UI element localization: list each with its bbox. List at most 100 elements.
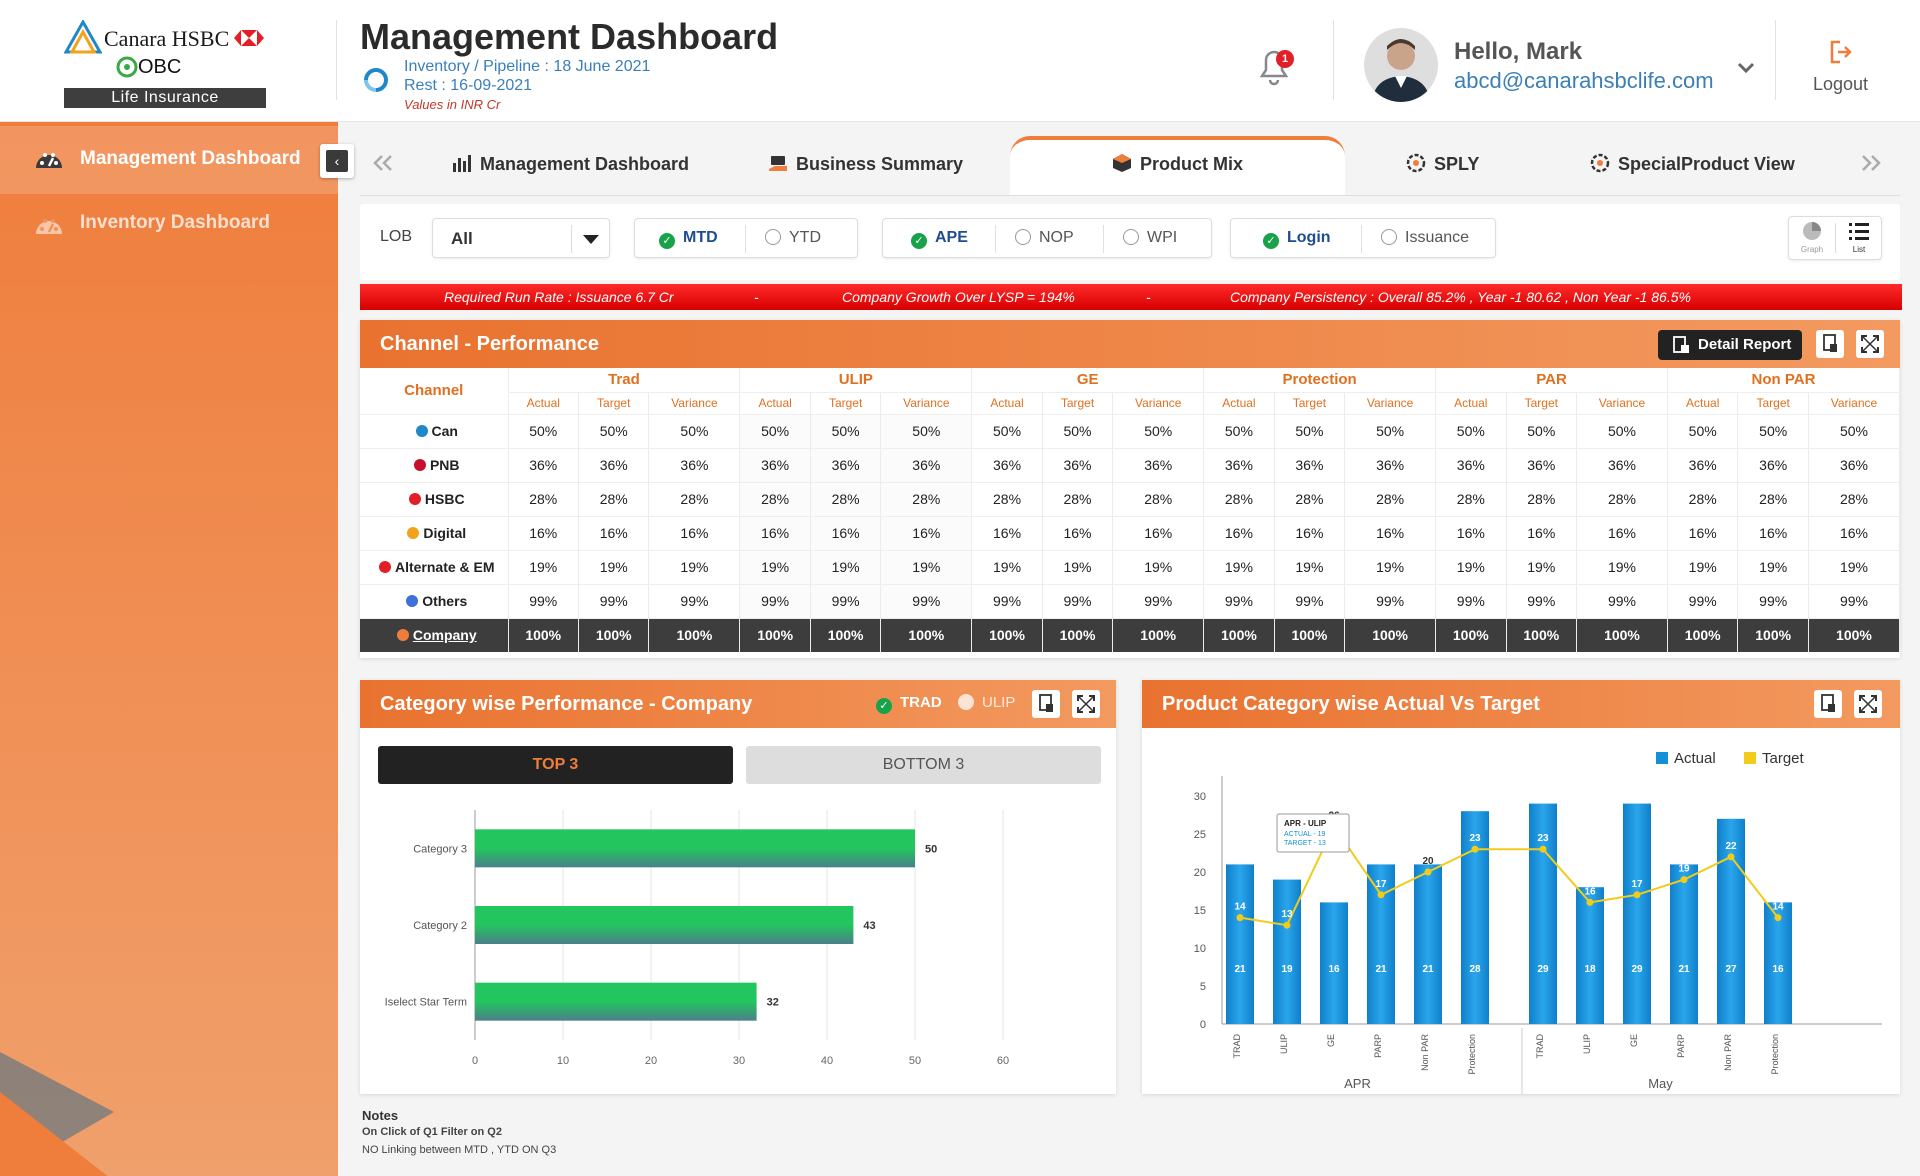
sidebar-item-management-dashboard[interactable]: Management Dashboard — [0, 126, 338, 194]
bar — [475, 906, 854, 944]
value-cell: 28% — [1112, 481, 1205, 516]
view-list-button[interactable]: List — [1836, 217, 1882, 259]
avatar[interactable] — [1364, 28, 1438, 102]
target-value-label: 13 — [1281, 909, 1293, 920]
target-value-label: 14 — [1772, 902, 1784, 913]
value-cell: 99% — [1506, 583, 1578, 618]
toggle-ulip[interactable]: ULIP — [958, 694, 1015, 711]
brand-line3: Life Insurance — [64, 88, 266, 108]
value-cell: 19% — [880, 549, 973, 584]
notification-button[interactable]: 1 — [1254, 44, 1294, 88]
value-cell: 100% — [1435, 617, 1507, 652]
value-cell: 99% — [1576, 583, 1668, 618]
tab-product-mix[interactable]: Product Mix — [1112, 148, 1243, 196]
metric-ape[interactable]: ✓ APE — [911, 229, 968, 249]
value-cell: 36% — [1435, 447, 1507, 482]
period-mtd[interactable]: ✓ MTD — [659, 229, 718, 249]
logout-icon[interactable] — [1828, 38, 1854, 66]
table-row[interactable]: Company 100% 100% 100% 100% 100% 100% 100% 100% 1… — [360, 617, 1901, 652]
value-cell: 16% — [1274, 515, 1346, 550]
value-cell: 16% — [578, 515, 650, 550]
tab-management-dashboard[interactable]: Management Dashboard — [452, 148, 689, 196]
tab-sply[interactable]: SPLY — [1406, 148, 1479, 196]
group-header: ULIP — [739, 368, 973, 393]
legend-label: Target — [1762, 750, 1805, 767]
value-cell: 16% — [880, 515, 973, 550]
y-tick-label: 25 — [1194, 829, 1206, 841]
value-cell: 50% — [1667, 413, 1739, 448]
view-graph-button[interactable]: Graph — [1789, 217, 1835, 259]
stage-login[interactable]: ✓ Login — [1263, 229, 1331, 249]
legend-swatch-actual — [1656, 752, 1668, 764]
value-cell: 36% — [648, 447, 741, 482]
tab-special-product-view[interactable]: SpecialProduct View — [1590, 148, 1795, 196]
tab-business-summary[interactable]: Business Summary — [768, 148, 963, 196]
stage-issuance[interactable]: Issuance — [1381, 229, 1469, 247]
category-performance-card: Category wise Performance - Company ✓ TRA… — [360, 680, 1116, 1094]
table-row[interactable]: PNB 36% 36% 36% 36% 36% 36% 36% 36% 36% 36% 36% 36% 3… — [360, 447, 1901, 482]
value-cell: 28% — [508, 481, 579, 516]
x-group-label: APR — [1344, 1076, 1371, 1091]
tooltip-actual: ACTUAL - 19 — [1284, 831, 1325, 838]
table-row[interactable]: Can 50% 50% 50% 50% 50% 50% 50% 50% 50% 50% 50% 50% 5… — [360, 413, 1901, 448]
channel-name-cell: Can — [360, 413, 509, 448]
logout-button[interactable]: Logout — [1813, 74, 1868, 95]
tab-label: Management Dashboard — [480, 154, 690, 174]
value-cell: 16% — [1808, 515, 1901, 550]
channel-name[interactable]: Company — [413, 627, 477, 643]
export-icon[interactable] — [1816, 330, 1844, 358]
table-row[interactable]: HSBC 28% 28% 28% 28% 28% 28% 28% 28% 28% 28% 28% 28%… — [360, 481, 1901, 516]
metric-wpi[interactable]: WPI — [1123, 229, 1177, 247]
table-row[interactable]: Digital 16% 16% 16% 16% 16% 16% 16% 16% 16% 16% 16%… — [360, 515, 1901, 550]
target-point — [1680, 876, 1688, 884]
value-cell: 50% — [1112, 413, 1205, 448]
channel-name: Alternate & EM — [394, 559, 495, 575]
sidebar-collapse-button[interactable]: ‹ — [320, 144, 354, 178]
y-tick-label: 5 — [1200, 981, 1206, 993]
option-separator — [745, 225, 746, 253]
sub-header: Target — [1274, 391, 1346, 414]
export-icon[interactable] — [1814, 690, 1842, 718]
sub-header: Variance — [1808, 391, 1901, 414]
target-value-label: 16 — [1584, 886, 1596, 897]
expand-icon[interactable] — [1856, 330, 1884, 358]
export-icon[interactable] — [1032, 690, 1060, 718]
bar-value-label: 32 — [767, 997, 779, 1009]
y-category-label: Category 2 — [413, 920, 467, 932]
period-ytd[interactable]: YTD — [765, 229, 821, 247]
channel-icon — [413, 459, 426, 471]
expand-icon[interactable] — [1854, 690, 1882, 718]
lob-select[interactable]: All — [432, 218, 610, 258]
group-header: Trad — [508, 368, 741, 393]
value-cell: 16% — [648, 515, 741, 550]
tabs-next-icon[interactable] — [1860, 154, 1882, 172]
top-header: Canara HSBC OBC Life Insurance Managemen… — [0, 0, 1920, 122]
table-row[interactable]: Others 99% 99% 99% 99% 99% 99% 99% 99% 99% 99% 99% 9… — [360, 583, 1901, 618]
tabs-prev-icon[interactable] — [372, 154, 394, 172]
value-cell: 50% — [739, 413, 811, 448]
x-tick-label: 10 — [557, 1055, 569, 1067]
value-cell: 19% — [1506, 549, 1578, 584]
channel-icon — [415, 425, 428, 437]
metric-nop[interactable]: NOP — [1015, 229, 1074, 247]
value-cell: 19% — [1667, 549, 1739, 584]
detail-report-button[interactable]: Detail Report — [1658, 330, 1802, 360]
toggle-trad[interactable]: ✓ TRAD — [876, 694, 942, 714]
refresh-icon[interactable] — [360, 64, 392, 96]
expand-icon[interactable] — [1072, 690, 1100, 718]
tab-label: Product Mix — [1140, 154, 1244, 174]
bottom-3-button[interactable]: BOTTOM 3 — [746, 746, 1101, 784]
gear-icon — [1590, 153, 1610, 173]
ticker-dash: - — [1146, 289, 1151, 305]
value-cell: 16% — [1203, 515, 1275, 550]
bar-value-label: 50 — [925, 843, 937, 855]
table-row[interactable]: Alternate & EM 19% 19% 19% 19% 19% 19% 19% 19% 19… — [360, 549, 1901, 584]
top-3-button[interactable]: TOP 3 — [378, 746, 733, 784]
user-email: abcd@canarahsbclife.com — [1454, 68, 1714, 93]
chevron-down-icon[interactable] — [1736, 60, 1756, 76]
channel-icon — [378, 561, 391, 573]
sidebar-item-inventory-dashboard[interactable]: Inventory Dashboard — [0, 196, 338, 256]
value-cell: 28% — [1576, 481, 1668, 516]
value-cell: 16% — [1435, 515, 1507, 550]
target-value-label: 17 — [1375, 879, 1387, 890]
